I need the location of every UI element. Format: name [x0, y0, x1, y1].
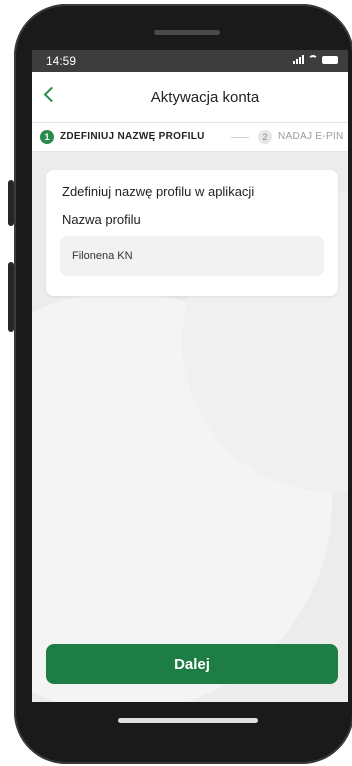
volume-button [8, 180, 14, 226]
speaker-grille [154, 30, 220, 35]
signal-icon [293, 55, 304, 64]
volume-button [8, 262, 14, 332]
status-icons [293, 55, 338, 64]
status-bar: 14:59 [32, 50, 348, 72]
step-1-number: 1 [40, 130, 54, 144]
app-header: Aktywacja konta [32, 72, 348, 122]
step-2-number: 2 [258, 130, 272, 144]
chevron-left-icon[interactable] [43, 86, 60, 103]
battery-icon [322, 56, 338, 64]
card-heading: Zdefiniuj nazwę profilu w aplikacji [62, 184, 255, 199]
home-indicator[interactable] [118, 718, 258, 723]
page-title: Aktywacja konta [150, 89, 260, 106]
app-screen: Aktywacja konta 1 ZDEFINIUJ NAZWĘ PROFIL… [32, 72, 348, 702]
wifi-icon [308, 55, 318, 64]
step-1-label: ZDEFINIUJ NAZWĘ PROFILU [60, 131, 205, 142]
step-divider [231, 137, 249, 138]
profile-name-card: Zdefiniuj nazwę profilu w aplikacji Nazw… [46, 170, 338, 296]
profile-name-label: Nazwa profilu [62, 212, 141, 227]
profile-name-input[interactable] [60, 236, 324, 276]
status-time: 14:59 [46, 54, 77, 68]
next-button[interactable]: Dalej [46, 644, 338, 684]
step-2-label: NADAJ E-PIN [278, 131, 344, 142]
progress-stepper: 1 ZDEFINIUJ NAZWĘ PROFILU 2 NADAJ E-PIN [32, 122, 348, 152]
